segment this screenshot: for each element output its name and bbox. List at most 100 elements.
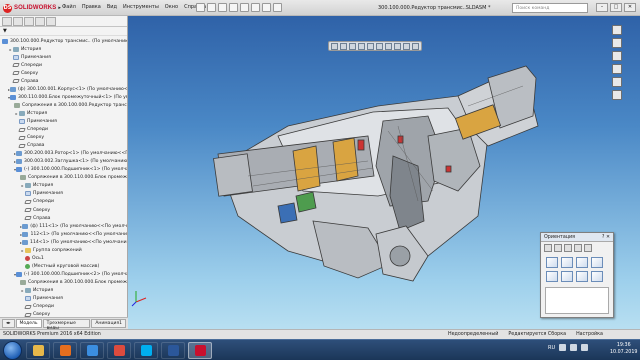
tree-row[interactable]: Справа [0, 214, 127, 222]
normal-to-view-icon[interactable] [591, 271, 603, 282]
tree-row[interactable]: Сопряжения в 300.100.000.Редуктор трансм [0, 101, 127, 109]
network-icon[interactable] [559, 344, 567, 351]
menu-edit[interactable]: Правка [82, 4, 101, 10]
view-settings-icon[interactable] [412, 43, 419, 50]
help-icon[interactable]: ? [602, 235, 605, 240]
tree-row[interactable]: Ось1 [0, 254, 127, 262]
tree-row[interactable]: Справа [0, 142, 127, 150]
section-view-icon[interactable] [358, 43, 365, 50]
close-button[interactable]: ✕ [624, 3, 636, 12]
rebuild-icon[interactable] [262, 3, 271, 12]
menu-file[interactable]: Файл [62, 4, 76, 10]
pin-icon[interactable] [574, 244, 582, 252]
tree-row[interactable]: Справа [0, 77, 127, 85]
taskbar-app-button[interactable] [26, 342, 50, 359]
tree-row[interactable]: ▸ 114<1> (По умолчанию<<По умолчанию [0, 238, 127, 246]
tree-row[interactable]: Сопряжения в 300.110.000.Блок промеж [0, 174, 127, 182]
zoom-to-fit-icon[interactable] [331, 43, 338, 50]
view-orientation-icon[interactable] [367, 43, 374, 50]
property-manager-tab-icon[interactable] [13, 17, 23, 26]
menu-window[interactable]: Окно [165, 4, 178, 10]
save-icon[interactable] [218, 3, 227, 12]
tree-row[interactable]: Спереди [0, 198, 127, 206]
power-icon[interactable] [581, 344, 589, 351]
display-style-icon[interactable] [376, 43, 383, 50]
isometric-view-icon[interactable] [576, 271, 588, 282]
tree-row[interactable]: ▸ 300.003.002.Заглушка<1> (По умолчанию<< [0, 158, 127, 166]
tree-row[interactable]: Спереди [0, 303, 127, 311]
zoom-area-icon[interactable] [340, 43, 347, 50]
taskbar-app-button[interactable] [188, 342, 212, 359]
tree-row[interactable]: ▸ 112<1> (По умолчанию<<По умолчани [0, 230, 127, 238]
menu-tools[interactable]: Инструменты [123, 4, 159, 10]
tree-row[interactable]: ▸ История [0, 45, 127, 53]
feature-tree-tab-icon[interactable] [2, 17, 12, 26]
display-manager-tab-icon[interactable] [46, 17, 56, 26]
clock[interactable]: 19:36 10.07.2019 [610, 343, 637, 356]
new-icon[interactable] [196, 3, 205, 12]
dimxpert-tab-icon[interactable] [35, 17, 45, 26]
tree-row[interactable]: ▸ 300.200.003.Ротор<1> (По умолчанию<<По [0, 150, 127, 158]
volume-icon[interactable] [570, 344, 578, 351]
tree-row[interactable]: Сверху [0, 134, 127, 142]
reset-views-icon[interactable] [564, 244, 572, 252]
tree-row[interactable]: ▾ (-) 300.100.000.Подшипник<1> (По умолча… [0, 166, 127, 174]
hide-show-icon[interactable] [385, 43, 392, 50]
tree-row[interactable]: ▸ История [0, 286, 127, 294]
tree-row[interactable]: Сопряжения в 300.100.000.Блок промеж [0, 278, 127, 286]
tab-model[interactable]: Модель [15, 319, 42, 328]
taskbar-app-button[interactable] [134, 342, 158, 359]
tree-row[interactable]: ▾ 300.110.000.Блок промежуточный<1> (По у… [0, 93, 127, 101]
open-icon[interactable] [207, 3, 216, 12]
tab-animation[interactable]: Анимация1 [91, 319, 126, 328]
file-explorer-icon[interactable] [612, 51, 622, 61]
top-view-icon[interactable] [546, 271, 558, 282]
tree-row[interactable]: ▸ История [0, 182, 127, 190]
nav-arrows-icon[interactable]: ◂▸ [2, 319, 15, 328]
left-view-icon[interactable] [576, 257, 588, 268]
status-customize[interactable]: Настройка [576, 332, 603, 337]
language-indicator[interactable]: RU [548, 345, 555, 351]
configuration-tab-icon[interactable] [24, 17, 34, 26]
undo-icon[interactable] [240, 3, 249, 12]
tree-filter[interactable]: ▼ [0, 27, 127, 36]
tree-row[interactable]: ▸ История [0, 109, 127, 117]
saved-views-list[interactable] [545, 287, 609, 314]
taskbar-app-button[interactable] [53, 342, 77, 359]
view-palette-icon[interactable] [612, 64, 622, 74]
menu-view[interactable]: Вид [107, 4, 117, 10]
edit-appearance-icon[interactable] [394, 43, 401, 50]
right-view-icon[interactable] [591, 257, 603, 268]
select-icon[interactable] [251, 3, 260, 12]
tree-row[interactable]: ▸ (ф) 111<1> (По умолчанию<<По умолч [0, 222, 127, 230]
previous-view-icon[interactable] [349, 43, 356, 50]
minimize-button[interactable]: – [596, 3, 608, 12]
bottom-view-icon[interactable] [561, 271, 573, 282]
update-view-icon[interactable] [554, 244, 562, 252]
design-library-icon[interactable] [612, 38, 622, 48]
tree-row[interactable]: Примечания [0, 117, 127, 125]
back-view-icon[interactable] [561, 257, 573, 268]
tree-row[interactable]: ▸ (ф) 300.100.001.Корпус<1> (По умолчанию… [0, 85, 127, 93]
solidworks-logo[interactable]: DS SOLIDWORKS ▸ [3, 3, 61, 13]
maximize-button[interactable]: □ [610, 3, 622, 12]
funnel-icon[interactable]: ▼ [3, 28, 7, 34]
start-button[interactable] [3, 341, 22, 360]
tree-row[interactable]: Спереди [0, 126, 127, 134]
custom-properties-icon[interactable] [612, 90, 622, 100]
tree-row[interactable]: (Местный круговой массив) [0, 262, 127, 270]
taskbar-app-button[interactable] [80, 342, 104, 359]
tree-row[interactable]: Примечания [0, 53, 127, 61]
print-icon[interactable] [229, 3, 238, 12]
tree-row[interactable]: Сверху [0, 206, 127, 214]
tree-row[interactable]: Примечания [0, 295, 127, 303]
taskbar-app-button[interactable] [107, 342, 131, 359]
tree-row[interactable]: Примечания [0, 190, 127, 198]
tab-3d-views[interactable]: Трехмерные виды [42, 319, 91, 331]
tree-row[interactable]: ▸ Группа сопряжений [0, 246, 127, 254]
search-input[interactable]: Поиск команд [512, 3, 588, 13]
tree-row[interactable]: 300.100.000.Редуктор трансмис.. (По умол… [0, 37, 127, 45]
tree-row[interactable]: Спереди [0, 61, 127, 69]
view-selector-icon[interactable] [584, 244, 592, 252]
apply-scene-icon[interactable] [403, 43, 410, 50]
